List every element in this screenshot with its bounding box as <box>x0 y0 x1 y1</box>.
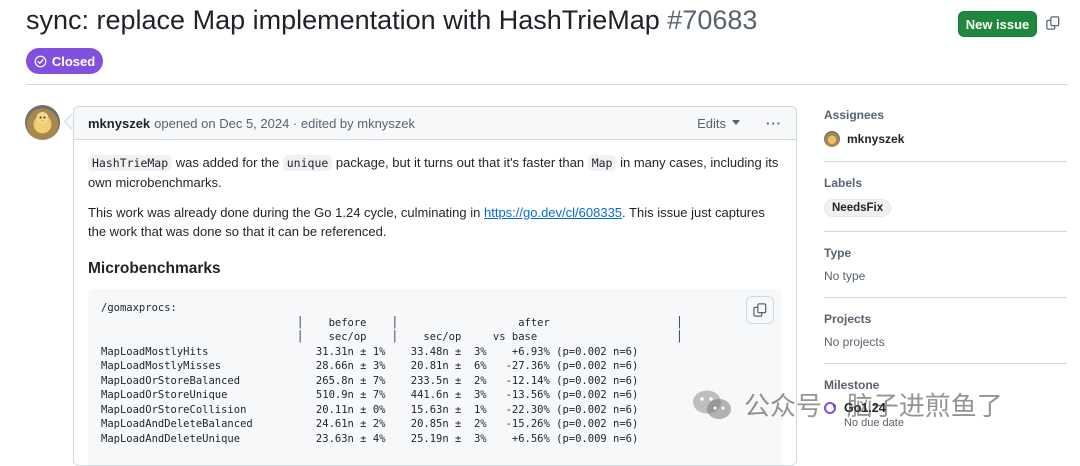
cl-link[interactable]: https://go.dev/cl/608335 <box>484 205 622 220</box>
inline-code: HashTrieMap <box>88 155 173 171</box>
section-heading: Microbenchmarks <box>88 260 221 277</box>
header-divider <box>26 84 1068 85</box>
watermark: 公众号 · 脑子进煎鱼了 <box>690 386 1003 423</box>
bench-line: /gomaxprocs: <box>101 302 177 314</box>
edits-label: Edits <box>697 115 726 131</box>
type-title[interactable]: Type <box>824 246 1067 260</box>
bench-row: MapLoadOrStoreCollision 20.11n ± 0% 15.6… <box>101 403 639 416</box>
bench-row: MapLoadOrStoreBalanced 265.8n ± 7% 233.5… <box>101 374 639 387</box>
edits-dropdown[interactable]: Edits <box>697 116 740 131</box>
bench-line: │ sec/op │ sec/op vs base │ <box>101 331 683 343</box>
issue-title: sync: replace Map implementation with Ha… <box>26 5 757 36</box>
benchmark-code-block: /gomaxprocs: │ before │ after │ │ sec/op… <box>88 289 782 465</box>
text: was added for the <box>172 155 283 170</box>
copy-code-button[interactable] <box>746 296 774 324</box>
bench-row: MapLoadAndDeleteUnique 23.63n ± 4% 25.19… <box>101 432 639 445</box>
new-issue-button[interactable]: New issue <box>958 11 1037 37</box>
labels-section: Labels NeedsFix <box>824 176 1067 232</box>
comment-meta: opened on Dec 5, 2024 · edited by mknysz… <box>154 115 416 131</box>
projects-section: Projects No projects <box>824 312 1067 364</box>
type-value: No type <box>824 269 866 283</box>
issue-number: #70683 <box>667 5 758 35</box>
bench-line: │ before │ after │ <box>101 316 683 329</box>
projects-value: No projects <box>824 335 885 349</box>
assignees-section: Assignees mknyszek <box>824 108 1067 162</box>
avatar[interactable] <box>25 105 60 140</box>
status-badge: Closed <box>26 48 103 74</box>
comment-header: mknyszek opened on Dec 5, 2024 · edited … <box>74 107 796 140</box>
bench-row: MapLoadOrStoreUnique 510.9n ± 7% 441.6n … <box>101 389 639 401</box>
chick-avatar-icon <box>34 112 51 133</box>
status-label: Closed <box>51 53 96 69</box>
copy-link-icon[interactable] <box>1046 16 1060 30</box>
comment-body: HashTrieMap was added for the unique pac… <box>74 140 796 465</box>
label-needsfix[interactable]: NeedsFix <box>824 199 892 217</box>
text: package, but it turns out that it's fast… <box>332 155 588 170</box>
type-section: Type No type <box>824 246 1067 298</box>
more-options-button[interactable]: ··· <box>766 116 782 131</box>
labels-title[interactable]: Labels <box>824 176 1067 190</box>
inline-code: Map <box>587 155 617 171</box>
assignee-name: mknyszek <box>847 132 905 146</box>
check-circle-icon <box>34 55 47 67</box>
bench-row: MapLoadMostlyHits 31.31n ± 1% 33.48n ± 3… <box>101 345 639 358</box>
issue-title-text: sync: replace Map implementation with Ha… <box>26 5 660 35</box>
bench-row: MapLoadAndDeleteBalanced 24.61n ± 2% 20.… <box>101 418 639 430</box>
copy-icon <box>753 303 767 317</box>
avatar <box>824 131 840 147</box>
comment-author[interactable]: mknyszek <box>88 116 150 131</box>
issue-comment: mknyszek opened on Dec 5, 2024 · edited … <box>73 106 797 466</box>
assignees-title[interactable]: Assignees <box>824 108 1067 122</box>
chevron-down-icon <box>732 120 740 125</box>
paragraph-1: HashTrieMap was added for the unique pac… <box>88 153 782 192</box>
inline-code: unique <box>282 155 333 171</box>
paragraph-2: This work was already done during the Go… <box>88 203 782 241</box>
wechat-icon <box>693 390 731 419</box>
projects-title[interactable]: Projects <box>824 312 1067 326</box>
text: This work was already done during the Go… <box>88 205 484 220</box>
bench-row: MapLoadMostlyMisses 28.66n ± 3% 20.81n ±… <box>101 360 639 372</box>
assignee-item[interactable]: mknyszek <box>824 131 1067 147</box>
watermark-text: 公众号 · 脑子进煎鱼了 <box>744 392 1003 422</box>
